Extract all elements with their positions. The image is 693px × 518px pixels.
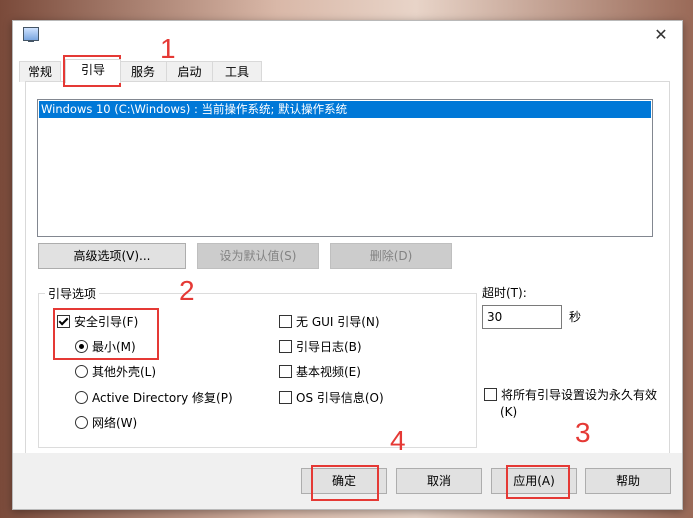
annotation-number-4: 4	[390, 425, 406, 456]
os-list[interactable]: Windows 10 (C:\Windows) : 当前操作系统; 默认操作系统	[37, 99, 653, 237]
close-button[interactable]: ✕	[646, 23, 676, 47]
annotation-number-2: 2	[179, 275, 195, 306]
tab-general[interactable]: 常规	[19, 61, 61, 82]
make-permanent-checkbox[interactable]: 将所有引导设置设为永久有效	[484, 386, 657, 404]
boot-log-checkbox[interactable]: 引导日志(B)	[279, 338, 362, 356]
timeout-unit: 秒	[569, 310, 582, 324]
msconfig-icon	[23, 27, 39, 42]
tab-boot[interactable]: 引导	[65, 59, 121, 83]
timeout-input[interactable]: 30	[482, 305, 562, 329]
annotation-number-3: 3	[575, 417, 591, 448]
timeout-label: 超时(T):	[482, 286, 527, 300]
base-video-checkbox[interactable]: 基本视频(E)	[279, 363, 361, 381]
radio-icon	[75, 416, 88, 429]
close-icon: ✕	[654, 25, 668, 44]
title-bar: ✕	[13, 21, 682, 51]
tab-tools[interactable]: 工具	[212, 61, 262, 82]
annotation-number-1: 1	[160, 33, 176, 64]
cancel-button[interactable]: 取消	[396, 468, 482, 494]
set-default-button[interactable]: 设为默认值(S)	[197, 243, 319, 269]
radio-icon	[75, 365, 88, 378]
system-configuration-dialog: ✕ 常规 引导 服务 启动 工具 Windows 10 (C:\Windows)…	[12, 20, 683, 510]
network-radio[interactable]: 网络(W)	[75, 414, 137, 432]
os-boot-info-checkbox[interactable]: OS 引导信息(O)	[279, 389, 384, 407]
make-permanent-accesskey: (K)	[500, 405, 518, 419]
alternate-shell-radio[interactable]: 其他外壳(L)	[75, 363, 156, 381]
checkbox-icon	[279, 315, 292, 328]
no-gui-boot-checkbox[interactable]: 无 GUI 引导(N)	[279, 313, 380, 331]
radio-icon	[75, 391, 88, 404]
delete-button[interactable]: 删除(D)	[330, 243, 452, 269]
annotation-box-safe-boot	[53, 308, 159, 360]
annotation-box-ok	[311, 465, 379, 501]
ad-repair-radio[interactable]: Active Directory 修复(P)	[75, 389, 233, 407]
checkbox-icon	[484, 388, 497, 401]
help-button[interactable]: 帮助	[585, 468, 671, 494]
checkbox-icon	[279, 340, 292, 353]
checkbox-icon	[279, 365, 292, 378]
annotation-box-apply	[506, 465, 570, 499]
advanced-options-button[interactable]: 高级选项(V)...	[38, 243, 186, 269]
os-list-item[interactable]: Windows 10 (C:\Windows) : 当前操作系统; 默认操作系统	[39, 101, 651, 118]
tab-services[interactable]: 服务	[119, 61, 167, 82]
tab-startup[interactable]: 启动	[166, 61, 213, 82]
boot-options-legend: 引导选项	[45, 285, 100, 302]
checkbox-icon	[279, 391, 292, 404]
